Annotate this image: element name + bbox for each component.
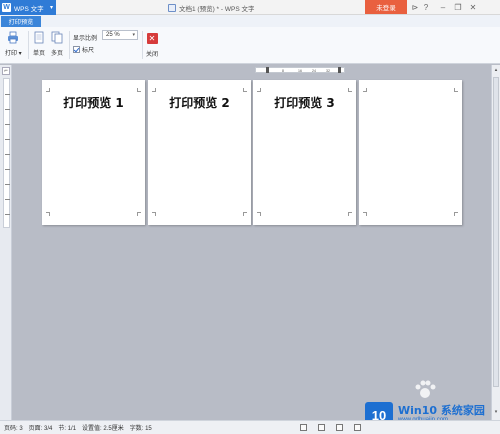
crop-mark — [348, 212, 352, 216]
crop-mark — [152, 212, 156, 216]
ruler-tick-label: 32 — [326, 69, 330, 73]
status-word-count: 字数: 15 — [129, 426, 152, 432]
crop-mark — [46, 212, 50, 216]
close-window-button[interactable]: ✕ — [468, 2, 478, 12]
ruler-tick — [5, 109, 10, 110]
single-page-button[interactable]: 单页 — [33, 31, 45, 57]
ruler-margin-marker[interactable] — [266, 67, 269, 73]
page-heading: 打印预览 1 — [63, 96, 124, 110]
ribbon-divider — [28, 31, 29, 59]
crop-mark — [257, 212, 261, 216]
crop-mark — [257, 88, 261, 92]
ruler-tick — [5, 214, 10, 215]
close-preview-label: 关闭 — [146, 52, 159, 58]
close-icon: ✕ — [146, 33, 158, 44]
crop-mark — [454, 212, 458, 216]
zoom-select[interactable]: 25 % ▾ — [102, 30, 138, 40]
scroll-down-icon[interactable]: ▾ — [493, 409, 499, 416]
crop-mark — [137, 88, 141, 92]
view-mode-icon[interactable] — [354, 424, 361, 431]
document-title: 文档1 (预览) * - WPS 文字 — [168, 0, 254, 15]
ruler-tick — [5, 94, 10, 95]
ribbon-toolbar: 打印 ▾ 单页 多页 显示比例 25 % ▾ 标尺 ✕ 关闭 — [0, 27, 500, 64]
crop-mark — [348, 88, 352, 92]
multi-page-icon — [51, 31, 63, 44]
ruler-tick — [5, 124, 10, 125]
status-bar: 页码: 3 页面: 3/4 节: 1/1 设置值: 2.5厘米 字数: 15 — [0, 420, 500, 434]
multi-page-label: 多页 — [51, 51, 64, 57]
ribbon-tab-row: 打印预览 — [0, 15, 500, 27]
app-menu-button[interactable]: W WPS 文字 ▾ — [0, 0, 56, 15]
status-page-count: 页面: 3/4 — [28, 426, 53, 432]
crop-mark — [363, 212, 367, 216]
crop-mark — [137, 212, 141, 216]
vertical-ruler-strip — [3, 78, 10, 228]
help-icon[interactable]: ? — [421, 2, 431, 12]
single-page-label: 单页 — [33, 51, 46, 57]
close-preview-button[interactable]: ✕ 关闭 — [146, 33, 158, 58]
crop-mark — [46, 88, 50, 92]
page-heading: 打印预览 2 — [169, 96, 230, 110]
print-label: 打印 ▾ — [5, 51, 22, 57]
crop-mark — [152, 88, 156, 92]
login-button[interactable]: 未登录 — [365, 0, 407, 14]
ruler-tick-label: 8 — [282, 69, 284, 73]
ruler-checkbox[interactable]: 标尺 — [73, 45, 94, 54]
zoom-value: 25 % — [106, 32, 120, 38]
ribbon-divider — [69, 31, 70, 59]
minimize-button[interactable]: – — [438, 2, 448, 12]
checkbox-checked-icon — [73, 46, 80, 53]
crop-mark — [243, 88, 247, 92]
document-title-text: 文档1 (预览) * - WPS 文字 — [179, 5, 255, 13]
zoom-label: 显示比例 — [73, 36, 98, 42]
document-icon — [168, 3, 176, 12]
scroll-up-icon[interactable]: ▴ — [493, 67, 499, 74]
preview-page[interactable] — [359, 80, 462, 225]
preview-page[interactable]: 打印预览 1 — [42, 80, 145, 225]
share-icon[interactable]: ⊳ — [410, 2, 420, 12]
title-bar: W WPS 文字 ▾ 文档1 (预览) * - WPS 文字 未登录 ⊳ ? –… — [0, 0, 500, 15]
ruler-tick — [5, 139, 10, 140]
app-menu-label: WPS 文字 — [14, 5, 44, 13]
scrollbar-thumb[interactable] — [493, 77, 499, 387]
single-page-icon — [34, 31, 44, 44]
multi-page-button[interactable]: 多页 — [51, 31, 63, 57]
horizontal-ruler: 8 16 24 32 — [255, 67, 345, 73]
status-setting: 设置值: 2.5厘米 — [82, 426, 124, 432]
ribbon-divider — [142, 31, 143, 59]
preview-page[interactable]: 打印预览 2 — [148, 80, 251, 225]
view-mode-icon[interactable] — [300, 424, 307, 431]
ruler-corner-icon[interactable]: ⌐ — [2, 67, 10, 75]
ruler-tick-label: 24 — [312, 69, 316, 73]
preview-page[interactable]: 打印预览 3 — [253, 80, 356, 225]
watermark-title: Win10 系统家园 — [398, 404, 485, 417]
ruler-tick — [5, 199, 10, 200]
printer-icon — [8, 31, 19, 44]
tab-print-preview[interactable]: 打印预览 — [1, 16, 41, 27]
ruler-tick — [5, 169, 10, 170]
ruler-tick-label: 16 — [298, 69, 302, 73]
wps-logo-icon: W — [2, 3, 11, 12]
view-mode-icon[interactable] — [336, 424, 343, 431]
ruler-label: 标尺 — [82, 48, 95, 54]
chevron-down-icon: ▾ — [49, 5, 53, 11]
status-page-number: 页码: 3 — [4, 426, 23, 432]
view-mode-icon[interactable] — [318, 424, 325, 431]
crop-mark — [363, 88, 367, 92]
ruler-tick — [5, 184, 10, 185]
vertical-scrollbar[interactable]: ▴ ▾ — [491, 65, 500, 420]
print-button[interactable]: 打印 ▾ — [5, 31, 22, 57]
crop-mark — [243, 212, 247, 216]
vertical-ruler: ⌐ — [0, 65, 12, 420]
ruler-margin-marker[interactable] — [338, 67, 341, 73]
paw-watermark-icon — [415, 380, 436, 398]
crop-mark — [454, 88, 458, 92]
chevron-down-icon: ▾ — [132, 32, 135, 38]
page-heading: 打印预览 3 — [274, 96, 335, 110]
ruler-tick — [5, 154, 10, 155]
restore-button[interactable]: ❐ — [453, 2, 463, 12]
status-section: 节: 1/1 — [58, 426, 77, 432]
